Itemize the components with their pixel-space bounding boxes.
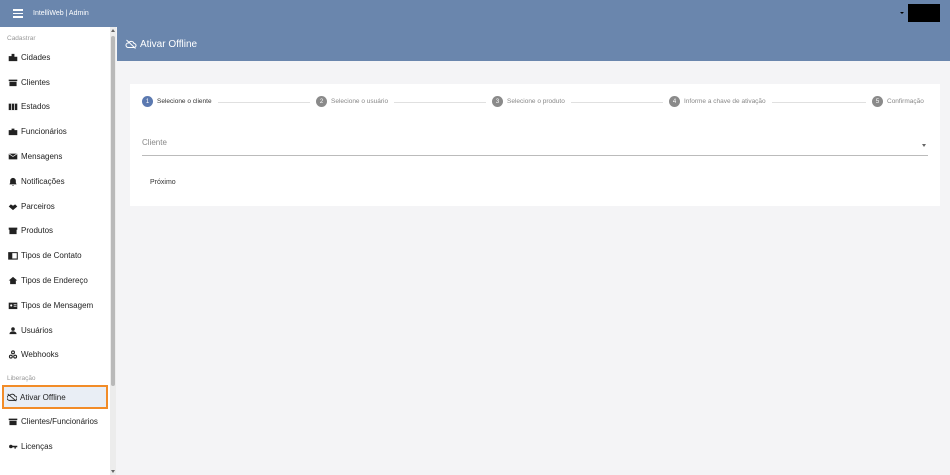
step-number: 3 (492, 96, 503, 107)
user-icon (8, 326, 18, 335)
sidebar-item-parceiros[interactable]: Parceiros (0, 194, 110, 219)
sidebar-item-tipos-de-mensagem[interactable]: Tipos de Mensagem (0, 293, 110, 318)
activation-card: 1 Selecione o cliente 2 Selecione o usuário… (130, 84, 940, 206)
stepper: 1 Selecione o cliente 2 Selecione o usuário… (142, 96, 940, 110)
sidebar-item-label: Notificações (21, 176, 65, 186)
step-label: Confirmação (887, 98, 924, 105)
chevron-down-icon (900, 12, 904, 14)
step-label: Informe a chave de ativação (684, 98, 766, 105)
scroll-up-arrow-icon[interactable] (111, 29, 115, 32)
key-icon (8, 442, 18, 451)
step-connector (218, 102, 310, 103)
step-2: 2 Selecione o usuário (316, 96, 388, 107)
section-label-cadastrar: Cadastrar (7, 35, 36, 42)
city-icon (8, 53, 18, 62)
map-icon (8, 102, 18, 111)
sidebar-item-tipos-de-contato[interactable]: Tipos de Contato (0, 243, 110, 268)
step-4: 4 Informe a chave de ativação (669, 96, 766, 107)
user-avatar[interactable] (908, 4, 940, 22)
contact-icon (8, 251, 18, 260)
mail-icon (8, 152, 18, 161)
sidebar-item-label: Webhooks (21, 350, 59, 360)
section-label-liberacao: Liberação (7, 375, 36, 383)
page-title: Ativar Offline (140, 38, 198, 50)
sidebar-scrollbar[interactable] (110, 27, 116, 475)
top-bar: IntelliWeb | Admin (0, 0, 950, 27)
sidebar-item-notificacoes[interactable]: Notificações (0, 169, 110, 194)
step-label: Selecione o usuário (331, 98, 389, 105)
sidebar-item-cidades[interactable]: Cidades (0, 45, 110, 70)
handshake-icon (8, 202, 18, 211)
sidebar-item-label: Funcionários (21, 127, 67, 137)
bell-icon (8, 177, 18, 186)
sidebar-item-label: Clientes/Funcionários (21, 417, 98, 427)
sidebar-item-label: Estados (21, 102, 50, 112)
dropdown-arrow-icon[interactable] (922, 144, 926, 147)
sidebar-item-label: Parceiros (21, 201, 55, 211)
step-number: 1 (142, 96, 153, 107)
briefcase-icon (8, 127, 18, 136)
sidebar-item-label: Ativar Offline (20, 392, 66, 402)
scroll-thumb[interactable] (111, 36, 115, 386)
step-label: Selecione o produto (507, 98, 565, 105)
sidebar: Cadastrar Cidades Clientes Estados Funcioná… (0, 27, 111, 475)
client-select[interactable]: Cliente (142, 136, 928, 156)
step-label: Selecione o cliente (157, 98, 212, 105)
sidebar-item-usuarios[interactable]: Usuários (0, 318, 110, 343)
sidebar-item-clientes[interactable]: Clientes (0, 70, 110, 95)
store-icon (8, 78, 18, 87)
client-select-placeholder: Cliente (142, 138, 167, 147)
sidebar-item-funcionarios[interactable]: Funcionários (0, 119, 110, 144)
sidebar-item-tipos-de-endereco[interactable]: Tipos de Endereço (0, 268, 110, 293)
sidebar-item-mensagens[interactable]: Mensagens (0, 144, 110, 169)
sidebar-item-licencas[interactable]: Licenças (0, 434, 110, 459)
home-icon (8, 276, 18, 285)
sidebar-item-label: Tipos de Endereço (21, 276, 88, 286)
store-icon (8, 417, 18, 426)
message-card-icon (8, 301, 18, 310)
step-1: 1 Selecione o cliente (142, 96, 212, 107)
sidebar-item-webhooks[interactable]: Webhooks (0, 343, 110, 368)
step-3: 3 Selecione o produto (492, 96, 565, 107)
box-icon (8, 226, 18, 235)
scroll-down-arrow-icon[interactable] (111, 470, 115, 473)
sidebar-item-clientes-funcionarios[interactable]: Clientes/Funcionários (0, 409, 110, 434)
hamburger-menu-icon[interactable] (13, 9, 23, 18)
sidebar-item-produtos[interactable]: Produtos (0, 219, 110, 244)
cloud-off-icon (7, 393, 17, 402)
sidebar-item-estados[interactable]: Estados (0, 95, 110, 120)
step-connector (571, 102, 663, 103)
sidebar-item-label: Mensagens (21, 152, 63, 162)
sidebar-item-label: Produtos (21, 226, 54, 236)
app-title: IntelliWeb | Admin (33, 10, 89, 17)
next-button[interactable]: Próximo (142, 176, 184, 189)
sidebar-item-label: Licenças (21, 442, 53, 452)
step-connector (772, 102, 866, 103)
sidebar-item-label: Cidades (21, 52, 51, 62)
cloud-off-icon (125, 39, 137, 49)
step-number: 4 (669, 96, 680, 107)
step-connector (394, 102, 486, 103)
sidebar-item-label: Tipos de Mensagem (21, 300, 94, 310)
page-header: Ativar Offline (117, 27, 950, 61)
step-number: 5 (872, 96, 883, 107)
sidebar-item-label: Tipos de Contato (21, 251, 82, 261)
step-5: 5 Confirmação (872, 96, 924, 107)
sidebar-item-label: Usuários (21, 325, 53, 335)
step-number: 2 (316, 96, 327, 107)
user-menu[interactable] (900, 4, 940, 22)
sidebar-item-ativar-offline[interactable]: Ativar Offline (2, 385, 108, 410)
webhook-icon (8, 350, 18, 360)
sidebar-item-label: Clientes (21, 77, 50, 87)
